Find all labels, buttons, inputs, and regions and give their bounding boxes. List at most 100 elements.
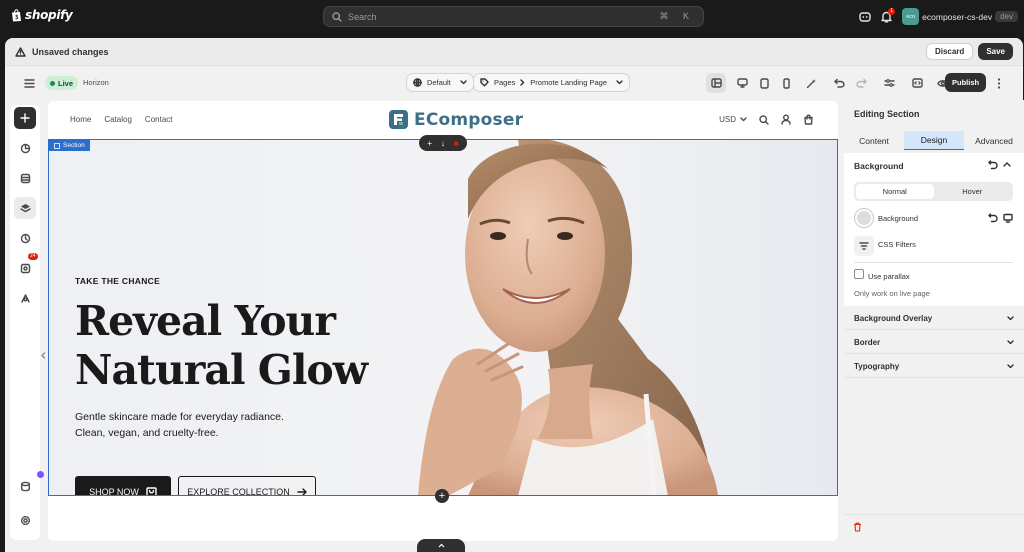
chevron-up-icon[interactable]: [1003, 161, 1011, 167]
state-segmented-control: Normal Hover: [854, 182, 1013, 201]
unsaved-message: Unsaved changes: [32, 46, 109, 57]
admin-topbar: shopify Search ⌘ K 1 eco ecomposer-cs-de…: [0, 0, 1024, 33]
explore-collection-label: EXPLORE COLLECTION: [187, 486, 290, 497]
apps-icon[interactable]: [14, 287, 36, 309]
notification-dot-icon: [37, 471, 44, 478]
code-icon[interactable]: [907, 73, 927, 93]
settings-sliders-icon[interactable]: [879, 73, 899, 93]
database-icon[interactable]: [14, 475, 36, 497]
chevron-up-icon: [438, 543, 444, 548]
add-section-button[interactable]: +: [435, 489, 449, 503]
currency-select[interactable]: USD: [719, 115, 747, 124]
store-logo[interactable]: EComposer: [388, 109, 523, 130]
store-header: Home Catalog Contact EComposer USD: [48, 101, 838, 139]
panel-footer-divider: [844, 514, 1024, 515]
inbox-icon[interactable]: [14, 257, 36, 279]
nav-home-link[interactable]: Home: [70, 115, 91, 124]
accordion-label: Typography: [854, 361, 900, 371]
tag-icon: [480, 78, 489, 87]
add-element-button[interactable]: [14, 107, 36, 129]
state-hover[interactable]: Hover: [934, 184, 1012, 199]
section-grid-icon: [54, 142, 60, 149]
css-filters-label[interactable]: CSS Filters: [878, 240, 916, 249]
shapes-icon[interactable]: [14, 137, 36, 159]
plus-icon: +: [438, 490, 446, 502]
template-select[interactable]: Default: [406, 73, 474, 92]
accordion-border[interactable]: Border: [844, 331, 1024, 354]
layers-stack-icon[interactable]: [14, 197, 36, 219]
preview-canvas: Home Catalog Contact EComposer USD TAKE …: [48, 101, 838, 541]
store-dev-badge: dev: [995, 11, 1018, 22]
tab-design[interactable]: Design: [904, 131, 964, 150]
background-settings-card: Background Normal Hover Background CSS F…: [844, 153, 1024, 306]
account-icon[interactable]: [781, 114, 791, 125]
shop-now-label: SHOP NOW: [89, 486, 139, 497]
chevron-right-icon: [520, 79, 525, 86]
background-reset-icon[interactable]: [988, 213, 998, 223]
desktop-view-icon[interactable]: [732, 73, 752, 93]
reset-icon[interactable]: [988, 160, 998, 170]
shopify-logo[interactable]: shopify: [11, 8, 73, 22]
explore-collection-button[interactable]: EXPLORE COLLECTION: [178, 476, 316, 496]
globe-icon: [413, 78, 422, 87]
tab-content[interactable]: Content: [844, 131, 904, 150]
cart-icon[interactable]: [803, 114, 814, 125]
bottom-expand-tab[interactable]: [417, 539, 465, 552]
hero-kicker: TAKE THE CHANCE: [75, 276, 161, 286]
background-color-swatch[interactable]: [854, 208, 874, 228]
shop-now-button[interactable]: SHOP NOW: [75, 476, 171, 496]
page-select[interactable]: Pages Promote Landing Page: [473, 73, 631, 92]
section-label-tag[interactable]: Section: [49, 140, 90, 151]
store-switcher[interactable]: eco ecomposer-cs-dev dev: [902, 8, 1018, 25]
collapse-rail-handle[interactable]: [41, 352, 46, 359]
accordion-typography[interactable]: Typography: [844, 355, 1024, 378]
save-button[interactable]: Save: [978, 43, 1013, 60]
responsive-device-icon[interactable]: [1003, 213, 1013, 223]
panel-tabs: Content Design Advanced: [844, 131, 1024, 150]
layout-icon[interactable]: [706, 73, 726, 93]
store-name: ecomposer-cs-dev: [922, 11, 993, 22]
section-toolbar: + ↓ ■: [419, 135, 467, 151]
tab-advanced[interactable]: Advanced: [964, 131, 1024, 150]
hero-headline: Reveal Your Natural Glow: [75, 297, 435, 395]
section-add-icon[interactable]: +: [427, 139, 432, 148]
search-icon: [332, 11, 342, 22]
store-search-icon[interactable]: [759, 114, 769, 125]
background-card-title[interactable]: Background: [854, 161, 904, 171]
redo-icon[interactable]: [851, 73, 871, 93]
search-shortcut: ⌘ K: [659, 11, 695, 21]
discard-button[interactable]: Discard: [925, 43, 974, 60]
cart-icon: [146, 486, 157, 496]
css-filters-icon[interactable]: [854, 236, 874, 256]
gear-icon[interactable]: [14, 509, 36, 531]
state-normal[interactable]: Normal: [856, 184, 934, 199]
page-name: Promote Landing Page: [530, 78, 608, 87]
hero-subtext-line2: Clean, vegan, and cruelty-free.: [75, 427, 219, 439]
more-options-icon[interactable]: [989, 73, 1009, 93]
history-clock-icon[interactable]: [14, 227, 36, 249]
tablet-view-icon[interactable]: [754, 73, 774, 93]
chevron-down-icon: [1007, 339, 1014, 344]
ecomposer-logo-icon: [389, 110, 408, 129]
editor-toolbar: Live Horizon Default Pages Promote Landi…: [5, 68, 1023, 98]
admin-search-bar[interactable]: Search ⌘ K: [323, 6, 704, 27]
nav-catalog-link[interactable]: Catalog: [104, 115, 132, 124]
section-move-down-icon[interactable]: ↓: [441, 139, 445, 148]
delete-section-trash-icon[interactable]: [853, 522, 862, 532]
undo-icon[interactable]: [829, 73, 849, 93]
shopify-wordmark: shopify: [25, 8, 73, 22]
sidekick-icon[interactable]: [859, 11, 871, 23]
publish-button[interactable]: Publish: [945, 73, 987, 92]
section-delete-icon[interactable]: ■: [454, 139, 459, 148]
menu-icon[interactable]: [19, 73, 39, 93]
device-group: [706, 73, 796, 93]
magic-icon[interactable]: [801, 73, 821, 93]
nav-contact-link[interactable]: Contact: [145, 115, 173, 124]
hero-section[interactable]: TAKE THE CHANCE Reveal Your Natural Glow…: [48, 139, 838, 496]
parallax-checkbox[interactable]: [854, 269, 864, 279]
card-divider: [854, 262, 1013, 263]
layers-list-icon[interactable]: [14, 167, 36, 189]
mobile-view-icon[interactable]: [776, 73, 796, 93]
notifications-button[interactable]: 1: [881, 7, 896, 23]
accordion-background-overlay[interactable]: Background Overlay: [844, 307, 1024, 330]
